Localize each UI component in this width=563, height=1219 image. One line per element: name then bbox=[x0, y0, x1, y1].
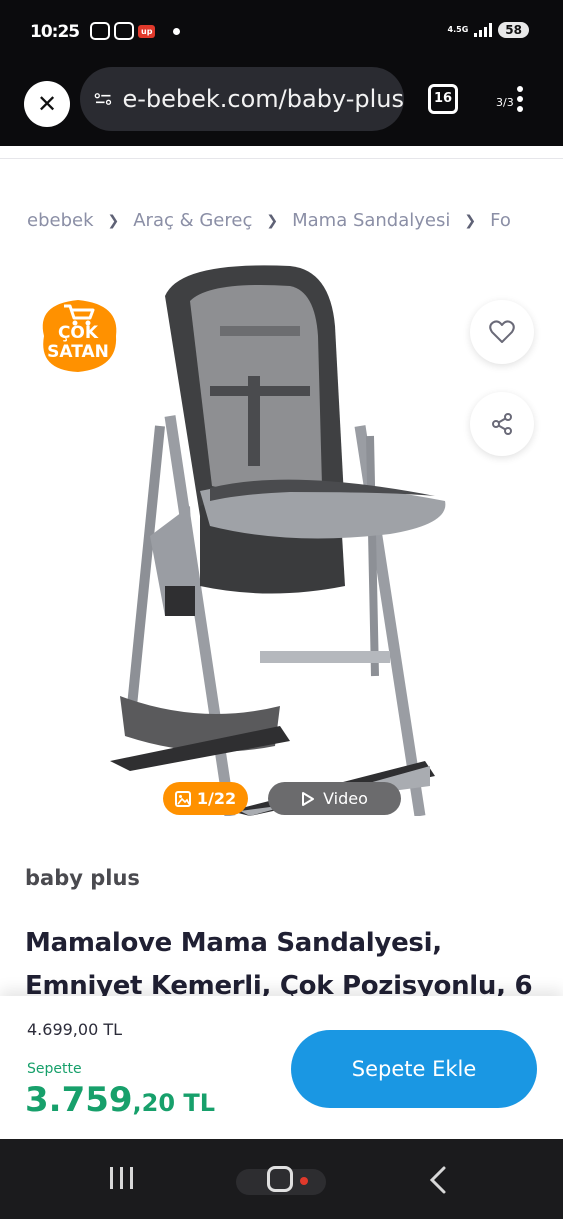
price-bar: 4.699,00 TL Sepette 3.759,20 TL Sepete E… bbox=[0, 996, 563, 1139]
system-icons: 4.5G 58 bbox=[448, 22, 529, 38]
best-seller-line2: SATAN bbox=[47, 342, 109, 362]
network-type: 4.5G bbox=[447, 25, 469, 34]
image-counter[interactable]: 1/22 bbox=[163, 782, 248, 815]
tabs-button[interactable]: 16 bbox=[428, 84, 458, 114]
cart-price: 3.759,20 TL bbox=[25, 1080, 215, 1120]
close-button[interactable]: ✕ bbox=[24, 81, 70, 127]
favorite-button[interactable] bbox=[470, 300, 534, 364]
share-icon bbox=[492, 413, 512, 435]
chevron-right-icon: ❯ bbox=[107, 212, 120, 229]
page-indicator: 3/3 bbox=[496, 96, 514, 109]
play-icon bbox=[302, 791, 315, 806]
cart-price-rest: ,20 TL bbox=[132, 1089, 216, 1117]
chevron-right-icon: ❯ bbox=[464, 212, 477, 229]
divider bbox=[0, 158, 563, 159]
tab-count: 16 bbox=[433, 91, 453, 106]
close-icon: ✕ bbox=[36, 90, 58, 118]
app-notification-icon bbox=[114, 22, 134, 40]
heart-icon bbox=[489, 320, 515, 343]
url-text: e-bebek.com/baby-plus bbox=[122, 85, 404, 113]
add-to-cart-button[interactable]: Sepete Ekle bbox=[291, 1030, 537, 1108]
old-price: 4.699,00 TL bbox=[27, 1020, 123, 1039]
cart-price-main: 3.759 bbox=[25, 1080, 133, 1120]
back-icon[interactable] bbox=[428, 1165, 448, 1195]
status-time: 10:25 bbox=[30, 22, 80, 42]
assistant-dot-icon bbox=[300, 1177, 308, 1185]
product-image[interactable] bbox=[90, 256, 470, 816]
video-label: Video bbox=[323, 789, 368, 808]
more-notifications-icon bbox=[173, 27, 181, 35]
best-seller-label: ÇOK SATAN bbox=[38, 324, 118, 362]
brand-name[interactable]: baby plus bbox=[25, 866, 140, 890]
cart-price-label: Sepette bbox=[27, 1061, 82, 1077]
breadcrumb: ebebek ❯ Araç & Gereç ❯ Mama Sandalyesi … bbox=[27, 210, 511, 231]
notification-icons: up bbox=[90, 22, 181, 40]
system-nav-bar bbox=[0, 1139, 563, 1219]
breadcrumb-item-ebebek[interactable]: ebebek bbox=[27, 210, 94, 231]
image-counter-text: 1/22 bbox=[196, 789, 237, 808]
up-badge-icon: up bbox=[138, 24, 156, 38]
signal-icon bbox=[474, 23, 493, 37]
site-settings-icon[interactable] bbox=[94, 88, 112, 110]
home-icon[interactable] bbox=[267, 1166, 293, 1192]
status-bar: 10:25 up 4.5G 58 bbox=[0, 0, 563, 62]
app-notification-icon bbox=[90, 22, 110, 40]
video-button[interactable]: Video bbox=[268, 782, 401, 815]
address-bar[interactable]: e-bebek.com/baby-plus bbox=[80, 67, 404, 131]
breadcrumb-item-truncated[interactable]: Fo bbox=[490, 210, 511, 231]
breadcrumb-item-mama-sandalyesi[interactable]: Mama Sandalyesi bbox=[292, 210, 450, 231]
recent-apps-icon[interactable] bbox=[110, 1167, 133, 1189]
more-vert-icon[interactable] bbox=[517, 86, 523, 112]
battery-icon: 58 bbox=[498, 22, 529, 38]
page-content: ebebek ❯ Araç & Gereç ❯ Mama Sandalyesi … bbox=[0, 146, 563, 1139]
image-icon bbox=[174, 790, 191, 807]
chevron-right-icon: ❯ bbox=[266, 212, 279, 229]
best-seller-line1: ÇOK bbox=[57, 323, 99, 343]
breadcrumb-item-arac-gerec[interactable]: Araç & Gereç bbox=[133, 210, 252, 231]
browser-toolbar: ✕ e-bebek.com/baby-plus 16 3/3 bbox=[0, 62, 563, 146]
share-button[interactable] bbox=[470, 392, 534, 456]
